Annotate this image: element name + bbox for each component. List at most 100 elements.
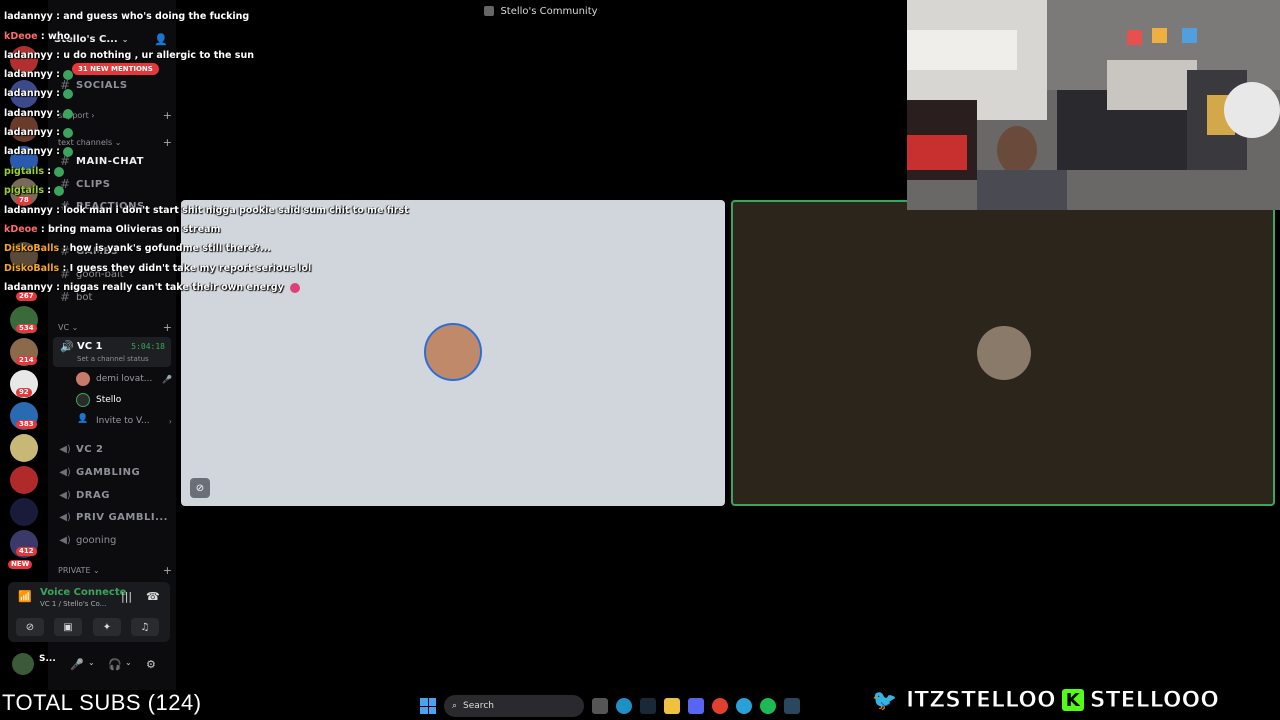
chrome-app-icon[interactable] (712, 698, 728, 714)
new-mentions-badge[interactable]: 31 NEW MENTIONS (72, 63, 159, 75)
microphone-icon[interactable]: 🎤 (70, 658, 84, 671)
search-placeholder: Search (463, 701, 494, 711)
screen-share-button[interactable]: ▣ (54, 618, 82, 636)
add-channel-icon[interactable]: + (163, 321, 172, 334)
invite-icon: 👤 (77, 414, 89, 424)
taskbar-search[interactable]: ⌕ Search (444, 695, 584, 717)
chevron-down-icon[interactable]: ⌄ (88, 658, 95, 667)
chat-message: ladannyy : (4, 127, 73, 138)
disconnect-icon[interactable]: ☎ (146, 590, 160, 603)
add-channel-icon[interactable]: + (163, 109, 172, 122)
social-banner: 🐦 ITZSTELLOO K STELLOOO (872, 682, 1272, 718)
chat-message: ladannyy : u do nothing , ur allergic to… (4, 50, 254, 61)
settings-app-icon[interactable] (592, 698, 608, 714)
server-badge: 92 (16, 388, 32, 397)
chat-message: kDeoe : who (4, 31, 71, 42)
category-private[interactable]: PRIVATE ⌄ + (58, 563, 172, 577)
windows-start-icon[interactable] (420, 698, 436, 714)
chevron-down-icon: ⌄ (121, 34, 129, 44)
voice-channel-vc1[interactable]: 🔊 VC 1 5:04:18 Set a channel status (53, 337, 171, 367)
kick-handle: STELLOOO (1089, 687, 1219, 713)
add-user-icon[interactable]: 👤 (154, 33, 168, 46)
user-name: S... (39, 654, 56, 664)
add-channel-icon[interactable]: + (163, 564, 172, 577)
category-label: PRIVATE (58, 565, 91, 575)
member-name: demi lovat... (96, 374, 153, 384)
voice-member[interactable]: Stello (76, 391, 172, 409)
file-explorer-icon[interactable] (664, 698, 680, 714)
chat-text: and guess who's doing the fucking (63, 11, 250, 22)
category-text-channels[interactable]: text channels ⌄ + (58, 135, 172, 149)
voice-channel-gooning[interactable]: ◀) gooning (58, 530, 172, 550)
server-badge: 412 (16, 547, 37, 556)
soundboard-button[interactable]: ♫ (131, 618, 159, 636)
channel-status[interactable]: Set a channel status (77, 355, 149, 363)
member-name: Stello (96, 395, 122, 405)
avatar (76, 393, 90, 407)
speaker-icon: ◀) (59, 534, 71, 546)
channel-label: DRAG (76, 489, 110, 501)
emote-icon (54, 185, 65, 196)
activities-button[interactable]: ✦ (93, 618, 121, 636)
noise-suppression-icon[interactable]: ||| (121, 590, 132, 603)
server-icon[interactable] (10, 434, 38, 462)
voice-member[interactable]: demi lovat... 🎤 (76, 370, 172, 388)
chat-message: pigtails : (4, 166, 65, 177)
server-header[interactable]: Stello's C... ⌄ 👤 (54, 30, 172, 48)
channel-clips[interactable]: # CLIPS (58, 174, 172, 194)
signal-icon[interactable]: 📶 (18, 590, 32, 603)
voice-channel-priv-gambling[interactable]: ◀) PRIV GAMBLI... (58, 507, 172, 527)
voice-channel-gambling[interactable]: ◀) GAMBLING (58, 462, 172, 482)
invite-to-voice[interactable]: 👤 Invite to V... › (76, 412, 172, 430)
video-tile-stello[interactable] (731, 200, 1275, 506)
channel-label: CLIPS (76, 178, 111, 190)
emote-icon (62, 146, 73, 157)
muted-mic-icon: ⊘ (190, 478, 210, 498)
speaker-icon: ◀) (59, 489, 71, 501)
chat-user: ladannyy (4, 282, 53, 293)
chevron-right-icon: › (168, 416, 172, 426)
steam-app-icon[interactable] (784, 698, 800, 714)
voice-channel-path[interactable]: VC 1 / Stello's Co... (40, 600, 106, 608)
chat-text: niggas really can't take their own energ… (63, 282, 284, 293)
voice-channel-drag[interactable]: ◀) DRAG (58, 485, 172, 505)
chevron-down-icon[interactable]: ⌄ (125, 658, 132, 667)
discord-app-icon[interactable] (688, 698, 704, 714)
server-icon[interactable] (10, 498, 38, 526)
chat-text: I guess they didn't take my report serio… (69, 263, 312, 274)
emote-icon (62, 108, 73, 119)
chat-user: ladannyy (4, 11, 53, 22)
emote-icon (62, 127, 73, 138)
webcam-overlay (907, 0, 1280, 210)
emote-icon (54, 166, 65, 177)
category-vc[interactable]: VC ⌄ + (58, 320, 172, 334)
server-badge: 383 (16, 420, 37, 429)
steam-app-icon[interactable] (640, 698, 656, 714)
server-icon[interactable] (10, 466, 38, 494)
headphones-icon[interactable]: 🎧 (108, 658, 122, 671)
chat-message: ladannyy : (4, 108, 73, 119)
spotify-app-icon[interactable] (760, 698, 776, 714)
chat-user: ladannyy (4, 205, 53, 216)
channel-socials[interactable]: # SOCIALS (58, 75, 172, 95)
voice-status: Voice Connecte (40, 587, 127, 598)
avatar (424, 323, 482, 381)
channel-main-chat[interactable]: # MAIN-CHAT (58, 151, 172, 171)
server-badge: 214 (16, 356, 37, 365)
telegram-app-icon[interactable] (736, 698, 752, 714)
edge-app-icon[interactable] (616, 698, 632, 714)
voice-channel-vc2[interactable]: ◀) VC 2 (58, 439, 172, 459)
add-channel-icon[interactable]: + (163, 136, 172, 149)
channel-label: MAIN-CHAT (76, 155, 144, 167)
speaker-icon: ◀) (59, 511, 71, 523)
camera-off-button[interactable]: ⊘ (16, 618, 44, 636)
server-badge: NEW (8, 560, 33, 569)
search-icon: ⌕ (452, 701, 458, 711)
gear-icon[interactable]: ⚙ (146, 658, 156, 671)
chat-user: ladannyy (4, 108, 53, 119)
category-support[interactable]: support › + (58, 108, 172, 122)
chat-message: ladannyy : niggas really can't take thei… (4, 282, 301, 293)
kick-icon: K (1061, 689, 1084, 711)
avatar[interactable] (12, 653, 34, 675)
channel-label: VC 2 (76, 443, 104, 455)
